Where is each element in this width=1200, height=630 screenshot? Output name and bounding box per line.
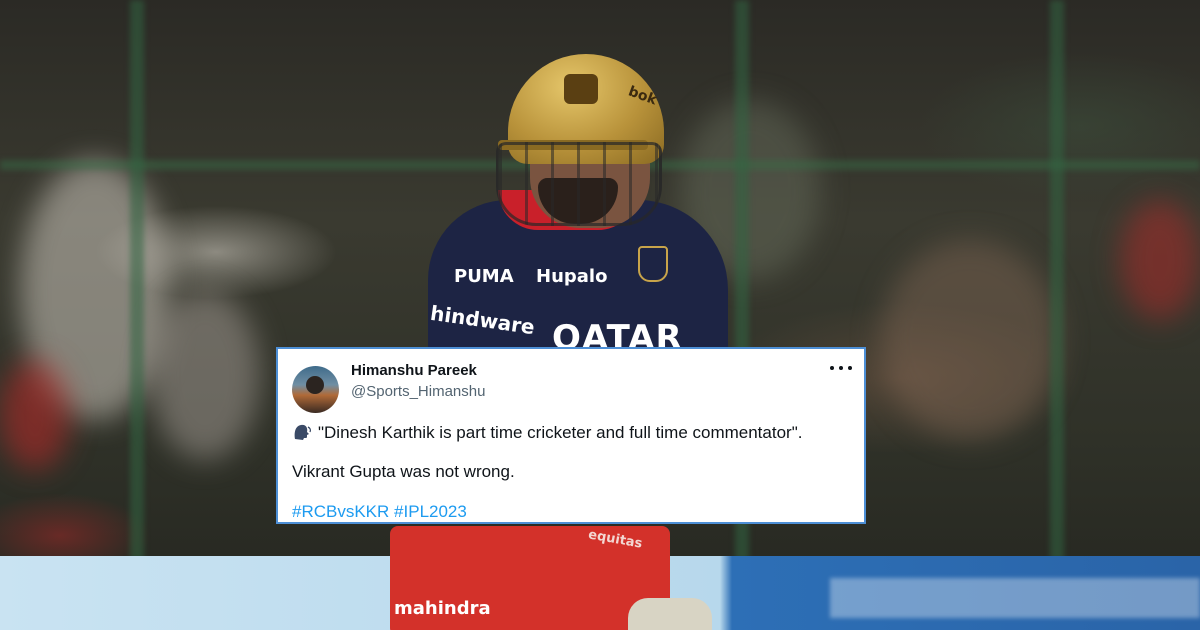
fence-post [1050, 0, 1064, 560]
helmet-crest-icon [564, 74, 598, 104]
tweet-body-text: Vikrant Gupta was not wrong. [292, 462, 515, 481]
more-horizontal-icon[interactable] [830, 361, 852, 375]
helmet-grill [496, 142, 662, 226]
fence-post [130, 0, 144, 560]
board-banner [830, 578, 1200, 618]
article-image: bok PUMA Hupalo hindware QATAR mahindra … [0, 0, 1200, 630]
hashtag-link[interactable]: #RCBvsKKR [292, 502, 389, 521]
shorts-sponsor-text: mahindra [394, 598, 491, 619]
crowd-figure [150, 290, 260, 460]
author-handle[interactable]: @Sports_Himanshu [351, 383, 485, 400]
more-dot [830, 366, 834, 370]
author-name[interactable]: Himanshu Pareek [351, 362, 477, 379]
speaking-head-icon [294, 424, 312, 440]
chest-sponsor-text: Hupalo [536, 266, 608, 287]
crowd-figure [0, 360, 70, 470]
tweet-quote-line: "Dinesh Karthik is part time cricketer a… [292, 423, 802, 443]
tweet-hashtags: #RCBvsKKR #IPL2023 [292, 502, 467, 522]
hashtag-link[interactable]: #IPL2023 [394, 502, 467, 521]
crowd-figure [1120, 200, 1200, 320]
tweet-card[interactable]: Himanshu Pareek @Sports_Himanshu "Dinesh… [276, 347, 866, 524]
tweet-quote-text: "Dinesh Karthik is part time cricketer a… [318, 423, 803, 442]
cricketer-figure: bok PUMA Hupalo hindware QATAR mahindra … [370, 50, 750, 630]
avatar[interactable] [292, 366, 339, 413]
puma-logo-text: PUMA [454, 266, 514, 287]
more-dot [848, 366, 852, 370]
crowd-figure [880, 240, 1060, 440]
team-crest-icon [638, 246, 668, 282]
batting-pad [628, 598, 712, 630]
more-dot [839, 366, 843, 370]
